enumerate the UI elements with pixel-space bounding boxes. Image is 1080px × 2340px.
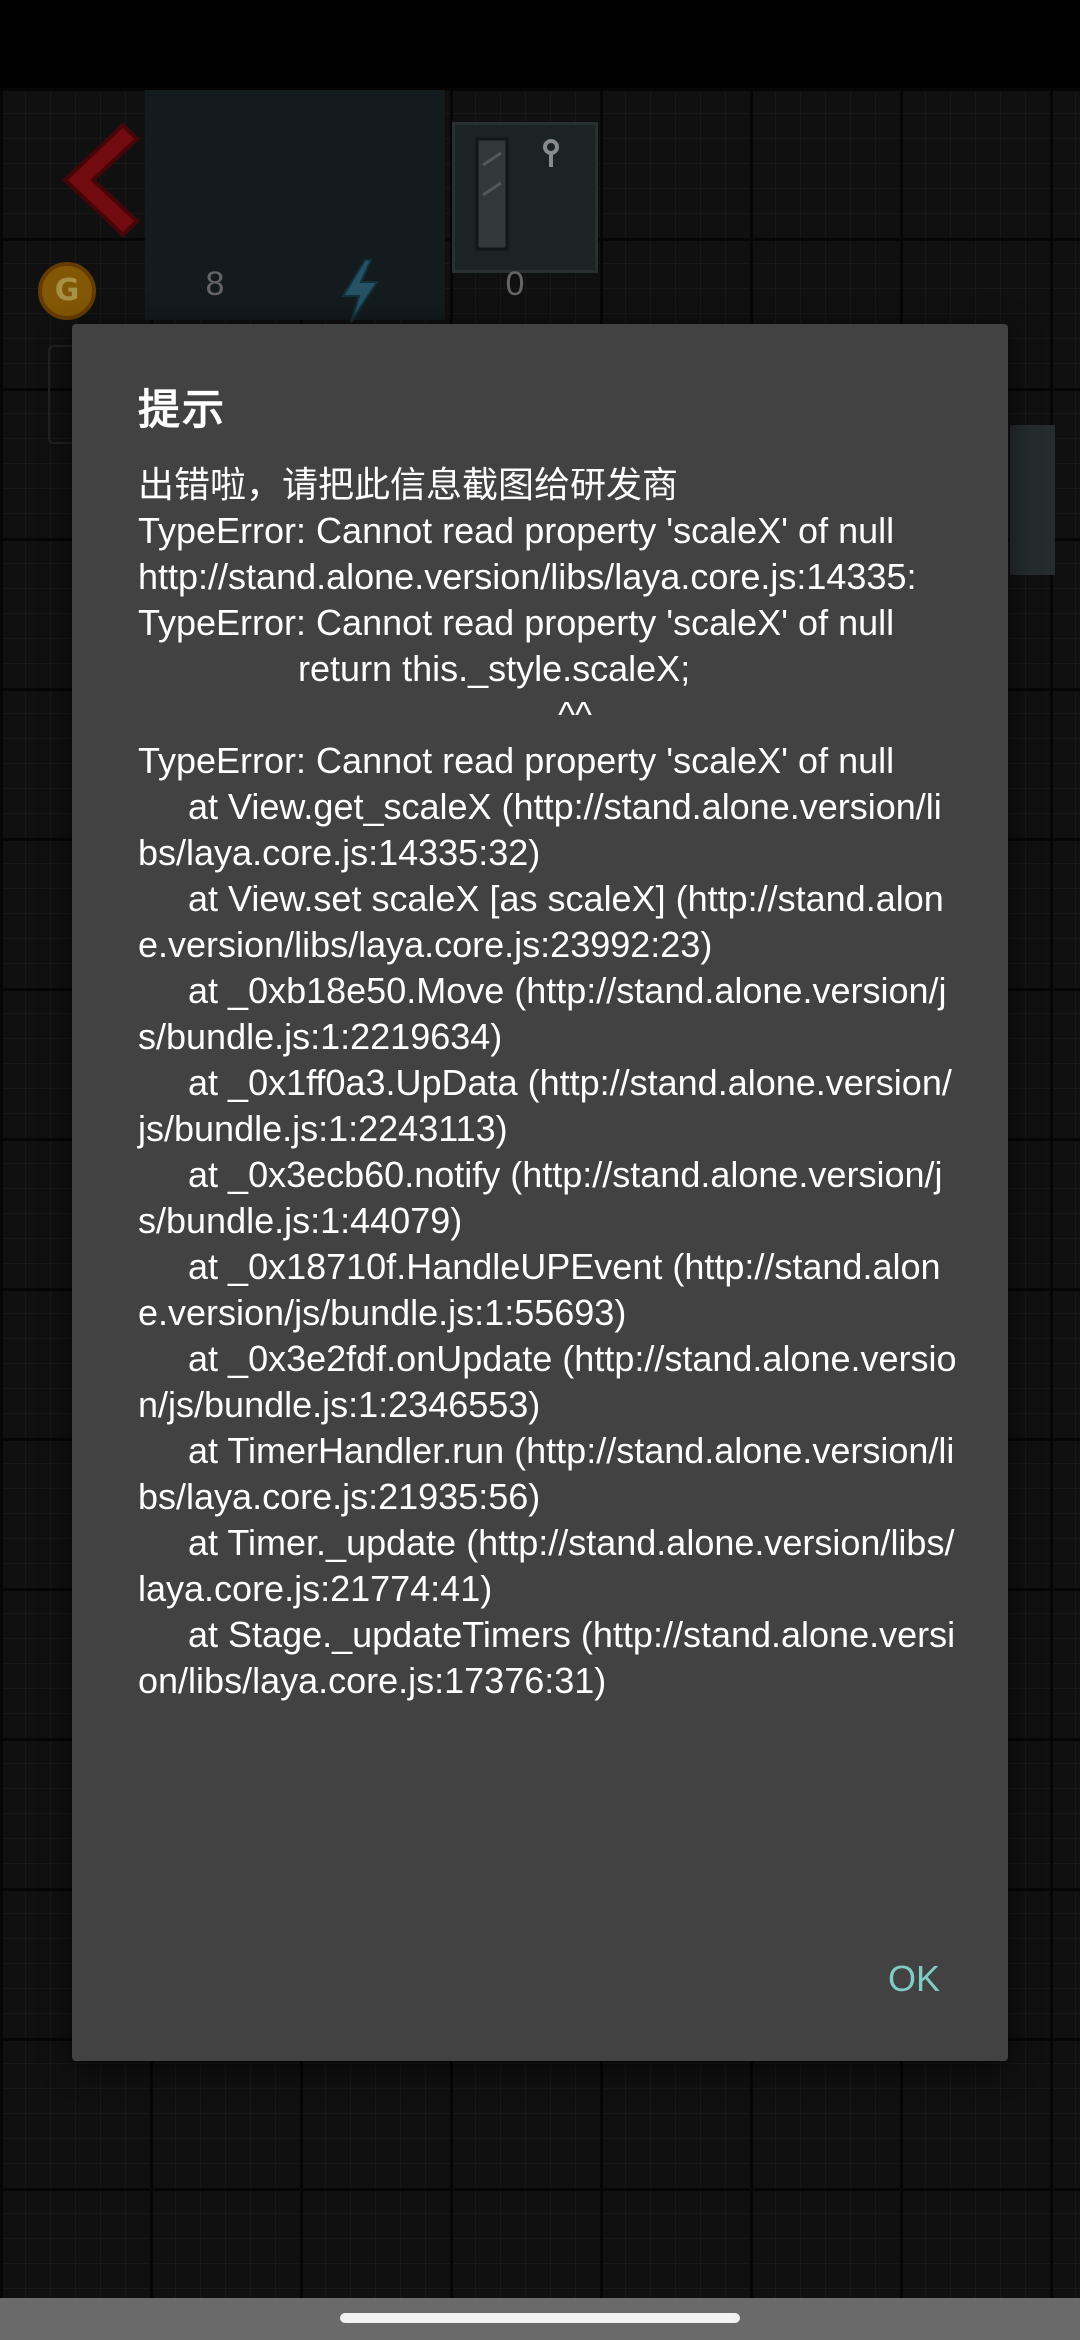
screen: G 8 0 提示 出错啦，请把此信息截图给研发商 TypeError: Cann… bbox=[0, 0, 1080, 2340]
error-message: 出错啦，请把此信息截图给研发商 TypeError: Cannot read p… bbox=[138, 464, 957, 1701]
ok-button[interactable]: OK bbox=[876, 1948, 952, 2010]
dialog-title: 提示 bbox=[138, 385, 227, 434]
navigation-bar bbox=[0, 2298, 1080, 2340]
home-indicator[interactable] bbox=[340, 2313, 740, 2323]
error-dialog: 提示 出错啦，请把此信息截图给研发商 TypeError: Cannot rea… bbox=[72, 324, 1008, 2061]
